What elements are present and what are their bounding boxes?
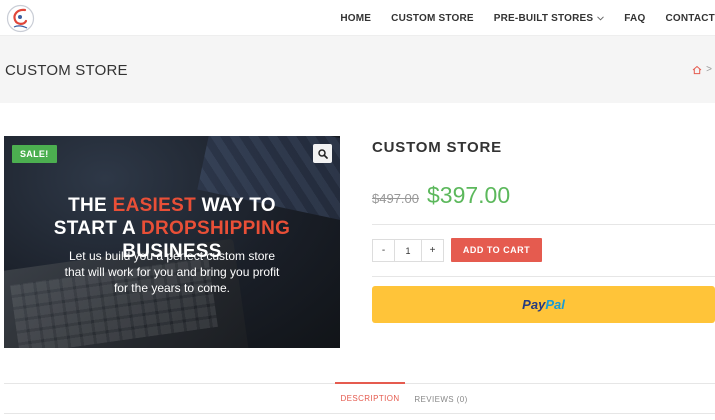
add-to-cart-button[interactable]: ADD TO CART — [451, 238, 542, 262]
tabs-divider — [4, 413, 715, 414]
nav-custom-store-label: CUSTOM STORE — [391, 12, 474, 24]
price-row: $497.00 $397.00 — [372, 182, 510, 209]
chevron-down-icon — [597, 15, 605, 21]
nav-faq-label: FAQ — [624, 12, 646, 24]
breadcrumb-separator: > — [706, 64, 712, 75]
sale-badge: SALE! — [12, 145, 57, 163]
divider — [372, 276, 715, 277]
nav-faq[interactable]: FAQ — [614, 13, 655, 24]
breadcrumb: > — [692, 64, 712, 75]
image-subtext: Let us build you a perfect custom store … — [4, 248, 340, 296]
paypal-logo-part2: Pal — [545, 297, 565, 312]
quantity-decrease-button[interactable]: - — [372, 239, 395, 262]
sale-price: $397.00 — [427, 182, 511, 208]
divider — [372, 224, 715, 225]
headline-text: WAY TO — [196, 195, 276, 216]
home-icon[interactable] — [692, 65, 702, 75]
subtext-line: for the years to come. — [113, 281, 231, 295]
headline-text: THE — [68, 195, 113, 216]
headline-highlight: EASIEST — [112, 195, 196, 216]
site-logo[interactable] — [5, 3, 36, 34]
page-title: CUSTOM STORE — [5, 62, 128, 79]
nav-contact-label: CONTACT — [665, 12, 715, 24]
paypal-logo-part1: Pay — [522, 297, 546, 312]
subtext-line: that will work for you and bring you pro… — [64, 265, 280, 279]
subtext-line: Let us build you a perfect custom store — [68, 249, 276, 263]
quantity-stepper: - 1 + — [372, 239, 444, 262]
old-price: $497.00 — [372, 191, 419, 206]
product-title: CUSTOM STORE — [372, 139, 502, 156]
quantity-increase-button[interactable]: + — [421, 239, 444, 262]
nav-pre-built-stores-label: PRE-BUILT STORES — [493, 12, 594, 24]
headline-highlight: DROPSHIPPING — [140, 218, 291, 239]
magnifier-icon — [317, 148, 328, 159]
headline-text: START A — [53, 218, 141, 239]
zoom-button[interactable] — [313, 144, 332, 163]
nav-custom-store[interactable]: CUSTOM STORE — [381, 13, 484, 24]
nav-pre-built-stores[interactable]: PRE-BUILT STORES — [484, 13, 615, 24]
product-image[interactable]: SALE! THE EASIEST WAY TO START A DROPSHI… — [4, 136, 340, 348]
paypal-button[interactable]: Pay Pal — [372, 286, 715, 323]
nav-home[interactable]: HOME — [330, 13, 381, 24]
tab-reviews[interactable]: REVIEWS (0) — [405, 384, 477, 414]
main-nav: HOME CUSTOM STORE PRE-BUILT STORES FAQ C… — [330, 0, 715, 36]
quantity-input[interactable]: 1 — [395, 239, 421, 262]
nav-home-label: HOME — [340, 12, 372, 24]
site-header: HOME CUSTOM STORE PRE-BUILT STORES FAQ C… — [0, 0, 715, 36]
headline-line-1: THE EASIEST WAY TO — [4, 194, 340, 217]
nav-contact[interactable]: CONTACT — [655, 13, 715, 24]
page-title-bar: CUSTOM STORE > — [0, 36, 715, 103]
tab-description[interactable]: DESCRIPTION — [335, 382, 405, 412]
